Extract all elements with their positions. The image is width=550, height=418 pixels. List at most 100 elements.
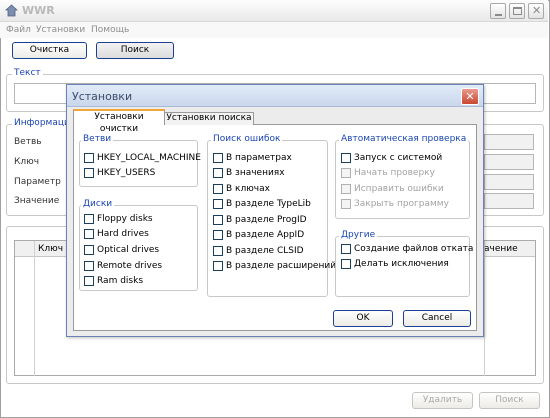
title-bar bbox=[0, 0, 548, 22]
tab-search-settings[interactable]: Установки поиска bbox=[164, 112, 254, 125]
checkbox[interactable] bbox=[213, 214, 223, 225]
other-checkbox-row[interactable]: Делать исключения bbox=[341, 258, 473, 271]
checkbox[interactable] bbox=[213, 183, 223, 194]
menu-settings[interactable]: Установки bbox=[36, 25, 85, 35]
auto-check-label: Автоматическая проверка bbox=[339, 134, 469, 144]
branches-checkbox-row[interactable]: HKEY_USERS bbox=[84, 166, 201, 179]
col-divider bbox=[34, 241, 35, 376]
close-icon: ✕ bbox=[532, 4, 542, 17]
errors-checkbox-row[interactable]: В разделе расширений bbox=[213, 260, 336, 273]
disks-checkbox-row[interactable]: Remote drives bbox=[84, 259, 162, 272]
auto-checkbox-row: Начать проверку bbox=[341, 167, 449, 180]
key-field[interactable] bbox=[484, 154, 534, 170]
errors-checkbox-row[interactable]: В параметрах bbox=[213, 151, 336, 164]
value-field[interactable] bbox=[484, 193, 534, 209]
delete-button[interactable]: Удалить bbox=[412, 392, 473, 409]
checkbox[interactable] bbox=[84, 167, 94, 178]
disks-checkbox-row[interactable]: Optical drives bbox=[84, 243, 162, 256]
errors-checkbox-row[interactable]: В разделе ProgID bbox=[213, 213, 336, 226]
errors-checkbox-row[interactable]: В разделе CLSID bbox=[213, 244, 336, 257]
parameter-field[interactable] bbox=[484, 174, 534, 190]
checkbox-label: Ram disks bbox=[97, 276, 144, 287]
auto-checkbox-row: Исправить ошибки bbox=[341, 182, 449, 195]
disks-checkbox-row[interactable]: Floppy disks bbox=[84, 212, 162, 225]
checkbox-label: В разделе AppID bbox=[226, 230, 305, 240]
parameter-label: Параметр bbox=[14, 177, 61, 187]
checkbox-label: В разделе TypeLib bbox=[226, 199, 311, 209]
minimize-button[interactable] bbox=[490, 3, 506, 19]
checkbox-label: В ключах bbox=[226, 183, 270, 194]
maximize-icon bbox=[513, 7, 522, 15]
search-button[interactable]: Поиск bbox=[479, 392, 540, 409]
checkbox[interactable] bbox=[341, 152, 351, 163]
checkbox[interactable] bbox=[213, 245, 223, 256]
branch-label: Ветвь bbox=[14, 137, 42, 147]
tab-clean-settings[interactable]: Установки очистки bbox=[73, 109, 165, 134]
disks-checkbox-row[interactable]: Hard drives bbox=[84, 228, 162, 241]
app-icon bbox=[5, 4, 18, 17]
checkbox[interactable] bbox=[213, 152, 223, 163]
branches-label: Ветви bbox=[81, 134, 114, 144]
checkbox-label: Запуск с системой bbox=[354, 152, 443, 163]
checkbox-label: HKEY_LOCAL_MACHINE bbox=[97, 152, 201, 163]
checkbox-label: В параметрах bbox=[226, 152, 292, 163]
close-icon: ✕ bbox=[465, 90, 475, 103]
col-divider bbox=[484, 241, 485, 376]
maximize-button[interactable] bbox=[509, 3, 525, 19]
cancel-button[interactable]: Cancel bbox=[403, 310, 471, 327]
checkbox-label: Hard drives bbox=[97, 229, 149, 240]
checkbox bbox=[341, 183, 351, 194]
auto-checkbox-row: Закрыть программу bbox=[341, 198, 449, 211]
clean-button[interactable]: Очистка bbox=[12, 42, 87, 59]
checkbox[interactable] bbox=[84, 229, 94, 240]
ok-button[interactable]: OK bbox=[333, 310, 393, 327]
checkbox[interactable] bbox=[84, 152, 94, 163]
disks-label: Диски bbox=[81, 199, 115, 209]
checkbox bbox=[341, 199, 351, 209]
checkbox[interactable] bbox=[84, 213, 94, 224]
disks-list: Floppy disks Hard drives Optical drives Rem… bbox=[84, 212, 162, 290]
checkbox-label: Начать проверку bbox=[354, 168, 435, 178]
checkbox[interactable] bbox=[341, 243, 351, 254]
disks-checkbox-row[interactable]: Ram disks bbox=[84, 275, 162, 288]
col-header-key[interactable]: Ключ bbox=[38, 244, 63, 254]
branches-list: HKEY_LOCAL_MACHINE HKEY_USERS bbox=[84, 151, 201, 181]
checkbox-label: В разделе ProgID bbox=[226, 214, 307, 225]
branch-field[interactable] bbox=[484, 134, 534, 150]
checkbox[interactable] bbox=[213, 261, 223, 271]
auto-check-list: Запуск с системой Начать проверку Исправит… bbox=[341, 151, 449, 213]
search-toggle-button[interactable]: Поиск bbox=[96, 42, 174, 59]
value-label: Значение bbox=[14, 196, 60, 206]
checkbox-label: Remote drives bbox=[97, 260, 163, 271]
checkbox[interactable] bbox=[213, 199, 223, 209]
checkbox[interactable] bbox=[213, 168, 223, 178]
minimize-icon bbox=[495, 14, 502, 16]
errors-checkbox-row[interactable]: В разделе AppID bbox=[213, 229, 336, 242]
window-title: WWR bbox=[22, 4, 55, 17]
errors-checkbox-row[interactable]: В ключах bbox=[213, 182, 336, 195]
checkbox[interactable] bbox=[341, 259, 351, 269]
key-label: Ключ bbox=[14, 157, 40, 167]
errors-label: Поиск ошибок bbox=[211, 134, 283, 144]
dialog-title: Установки bbox=[72, 90, 133, 103]
col-header-value[interactable]: ачение bbox=[484, 244, 518, 254]
errors-list: В параметрах В значениях В ключах В разделе… bbox=[213, 151, 336, 275]
checkbox-label: В значениях bbox=[226, 168, 285, 178]
auto-checkbox-row[interactable]: Запуск с системой bbox=[341, 151, 449, 164]
checkbox-label: Закрыть программу bbox=[354, 199, 449, 209]
checkbox-label: Создание файлов отката bbox=[354, 243, 474, 254]
errors-checkbox-row[interactable]: В разделе TypeLib bbox=[213, 198, 336, 211]
checkbox[interactable] bbox=[84, 276, 94, 287]
checkbox[interactable] bbox=[84, 244, 94, 255]
branches-checkbox-row[interactable]: HKEY_LOCAL_MACHINE bbox=[84, 151, 201, 164]
menu-help[interactable]: Помощь bbox=[91, 25, 129, 35]
errors-checkbox-row[interactable]: В значениях bbox=[213, 167, 336, 180]
menu-file[interactable]: Файл bbox=[6, 25, 31, 35]
other-label: Другие bbox=[339, 230, 378, 240]
text-group-label: Текст bbox=[12, 68, 43, 78]
dialog-close-button[interactable]: ✕ bbox=[461, 88, 479, 105]
checkbox[interactable] bbox=[213, 230, 223, 240]
checkbox[interactable] bbox=[84, 260, 94, 271]
other-checkbox-row[interactable]: Создание файлов отката bbox=[341, 242, 473, 255]
close-window-button[interactable]: ✕ bbox=[528, 3, 544, 19]
